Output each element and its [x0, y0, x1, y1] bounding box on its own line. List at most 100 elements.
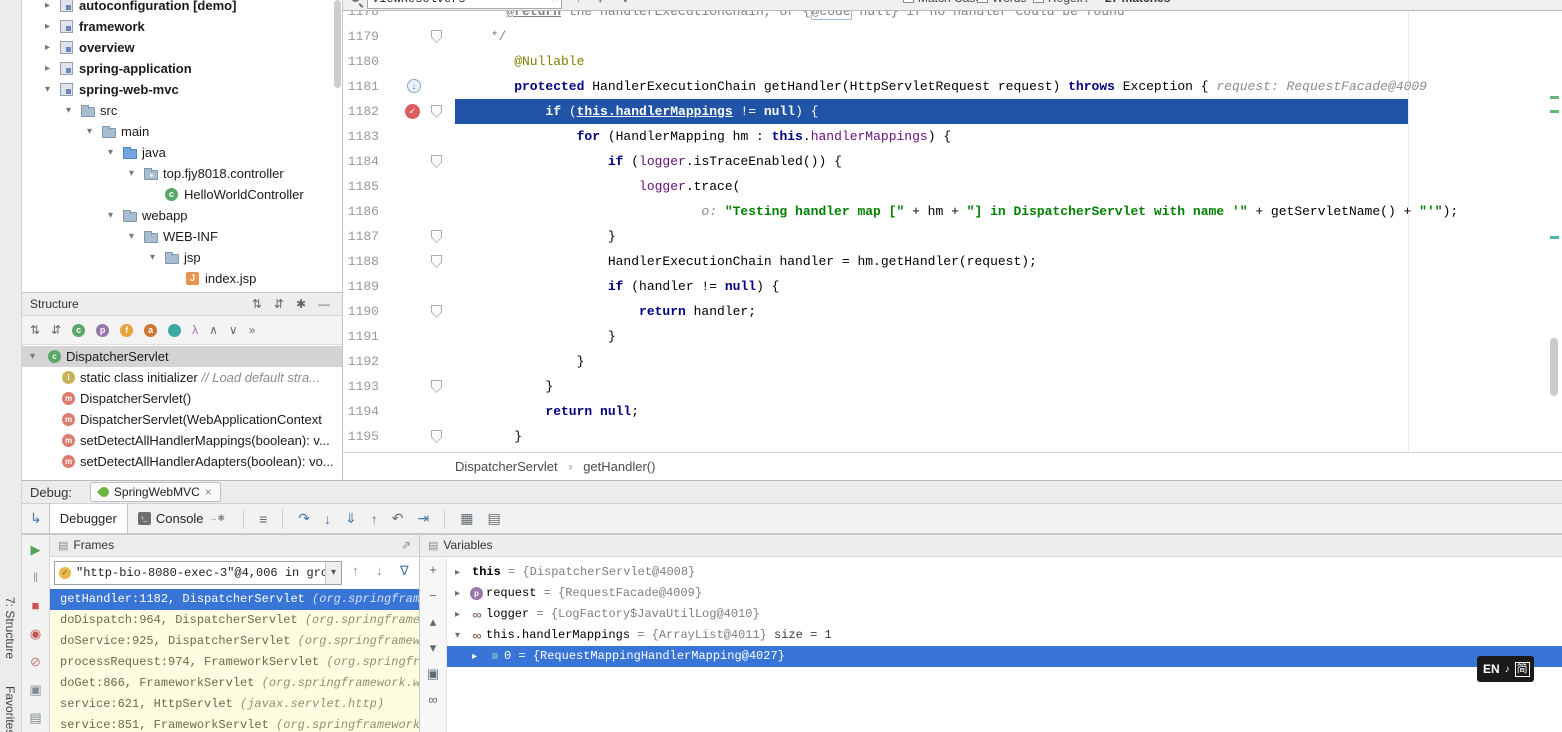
frame-row[interactable]: service:851, FrameworkServlet (org.sprin…: [50, 715, 419, 732]
tree-row[interactable]: ▸spring-application: [22, 58, 342, 79]
tree-row[interactable]: ▸framework: [22, 16, 342, 37]
words-checkbox[interactable]: [977, 0, 988, 3]
code-line[interactable]: 1181↓protected HandlerExecutionChain get…: [343, 74, 1562, 99]
force-step-into-icon[interactable]: ⇓: [345, 510, 357, 527]
chevron-icon[interactable]: ▾: [129, 163, 141, 184]
chevron-icon[interactable]: ▾: [150, 247, 162, 268]
chevron-icon[interactable]: ▾: [30, 346, 42, 367]
hide-frames-filter-icon[interactable]: ∇: [400, 563, 409, 579]
tree-row[interactable]: ▸autoconfiguration [demo]: [22, 0, 342, 16]
code-line[interactable]: 1186o: "Testing handler map [" + hm + "]…: [343, 199, 1562, 224]
screenshot-icon[interactable]: ▤: [22, 705, 49, 731]
scroll-up-icon[interactable]: ∧: [209, 323, 218, 337]
tree-row[interactable]: ▾src: [22, 100, 342, 121]
regex-checkbox[interactable]: [1033, 0, 1044, 3]
code-line[interactable]: 1192}: [343, 349, 1562, 374]
tree-row[interactable]: ▾spring-web-mvc: [22, 79, 342, 100]
close-tab-icon[interactable]: ×: [205, 485, 212, 499]
tree-row[interactable]: ▾main: [22, 121, 342, 142]
variable-row[interactable]: ▸prequest = {RequestFacade@4009}: [447, 583, 1562, 604]
regex-help-link[interactable]: ?: [1083, 0, 1090, 5]
chevron-icon[interactable]: ▾: [455, 625, 467, 646]
show-classes-icon[interactable]: c: [72, 324, 85, 337]
code-line[interactable]: 1184if (logger.isTraceEnabled()) {: [343, 149, 1562, 174]
step-out-icon[interactable]: ↑: [371, 511, 378, 527]
expand-all-icon[interactable]: ⇅: [252, 293, 262, 315]
settings-menu-icon[interactable]: ≡: [259, 511, 267, 527]
tree-row[interactable]: ▾java: [22, 142, 342, 163]
line-number[interactable]: 1186: [343, 199, 379, 224]
line-number[interactable]: 1184: [343, 149, 379, 174]
tree-row[interactable]: ▾jsp: [22, 247, 342, 268]
settings-icon[interactable]: ✱: [296, 293, 306, 315]
breadcrumb-method[interactable]: getHandler(): [583, 459, 655, 474]
scrollbar-thumb[interactable]: [334, 0, 341, 88]
frame-row[interactable]: service:621, HttpServlet (javax.servlet.…: [50, 694, 419, 715]
chevron-icon[interactable]: ▾: [45, 79, 57, 100]
duplicate-watch-icon[interactable]: ▣: [420, 661, 446, 687]
show-annotations-icon[interactable]: a: [144, 324, 157, 337]
code-line[interactable]: 1190return handler;: [343, 299, 1562, 324]
line-number[interactable]: 1179: [343, 24, 379, 49]
code-line[interactable]: 1183for (HandlerMapping hm : this.handle…: [343, 124, 1562, 149]
code-line[interactable]: 1194return null;: [343, 399, 1562, 424]
frame-row[interactable]: doDispatch:964, DispatcherServlet (org.s…: [50, 610, 419, 631]
search-filter-icon[interactable]: ∇: [621, 0, 630, 6]
variable-row[interactable]: ▾∞this.handlerMappings = {ArrayList@4011…: [447, 625, 1562, 646]
hide-icon[interactable]: —: [318, 293, 330, 315]
words-option[interactable]: Words: [977, 0, 1026, 5]
structure-row[interactable]: mDispatcherServlet(WebApplicationContext: [22, 409, 342, 430]
structure-stripe-button[interactable]: 7: Structure: [3, 597, 17, 659]
favorites-stripe-button[interactable]: Favorites: [3, 686, 17, 732]
move-up-icon[interactable]: ▴: [420, 609, 446, 635]
code-line[interactable]: 1182✓if (this.handlerMappings != null) {: [343, 99, 1562, 124]
scrollbar-thumb[interactable]: [1550, 338, 1558, 396]
collapse-all-icon[interactable]: ⇵: [274, 293, 284, 315]
code-line[interactable]: 1188HandlerExecutionChain handler = hm.g…: [343, 249, 1562, 274]
chevron-icon[interactable]: ▸: [455, 604, 467, 625]
match-case-option[interactable]: Match Case: [903, 0, 982, 5]
frame-row[interactable]: doGet:866, FrameworkServlet (org.springf…: [50, 673, 419, 694]
next-frame-icon[interactable]: ↓: [376, 563, 383, 578]
structure-row[interactable]: mDispatcherServlet(): [22, 388, 342, 409]
ime-indicator[interactable]: EN ♪ 简: [1477, 656, 1534, 682]
tree-row[interactable]: ▾WEB-INF: [22, 226, 342, 247]
show-watches-icon[interactable]: ∞: [420, 687, 446, 713]
chevron-icon[interactable]: ▸: [455, 562, 467, 583]
code-line[interactable]: 1187}: [343, 224, 1562, 249]
tree-row[interactable]: cHelloWorldController: [22, 184, 342, 205]
drop-frame-icon[interactable]: ↶: [392, 510, 404, 527]
prev-match-icon[interactable]: ↑: [575, 0, 582, 5]
regex-option[interactable]: Regex: [1033, 0, 1083, 5]
line-number[interactable]: 1191: [343, 324, 379, 349]
code-line[interactable]: 1180@Nullable: [343, 49, 1562, 74]
chevron-icon[interactable]: ▸: [45, 58, 57, 79]
variable-row[interactable]: ▸∞logger = {LogFactory$JavaUtilLog@4010}: [447, 604, 1562, 625]
code-line[interactable]: 1195}: [343, 424, 1562, 449]
line-number[interactable]: 1193: [343, 374, 379, 399]
breadcrumb-class[interactable]: DispatcherServlet: [455, 459, 558, 474]
line-number[interactable]: 1182: [343, 99, 379, 124]
tab-console[interactable]: ›_ Console →✱: [128, 504, 235, 533]
line-number[interactable]: 1180: [343, 49, 379, 74]
code-line[interactable]: 1179*/: [343, 24, 1562, 49]
line-number[interactable]: 1181: [343, 74, 379, 99]
next-match-icon[interactable]: ↓: [597, 0, 604, 5]
code-line[interactable]: 1185logger.trace(: [343, 174, 1562, 199]
match-case-checkbox[interactable]: [903, 0, 914, 3]
line-number[interactable]: 1190: [343, 299, 379, 324]
structure-row[interactable]: msetDetectAllHandlerMappings(boolean): v…: [22, 430, 342, 451]
search-input[interactable]: ViewResolvers×: [367, 0, 562, 9]
chevron-icon[interactable]: ▸: [45, 0, 57, 16]
tree-row[interactable]: Jindex.jsp: [22, 268, 342, 289]
show-execution-point-icon[interactable]: ↳: [30, 510, 42, 527]
scroll-down-icon[interactable]: ∨: [229, 323, 238, 337]
breakpoint-icon[interactable]: ✓: [405, 104, 420, 119]
evaluate-expression-icon[interactable]: ▦: [460, 510, 473, 527]
code-editor[interactable]: 1178* @return the HandlerExecutionChain,…: [343, 0, 1562, 480]
view-breakpoints-icon[interactable]: ◉: [22, 621, 49, 647]
structure-row[interactable]: msetDetectAllHandlerAdapters(boolean): v…: [22, 451, 342, 472]
pause-icon[interactable]: ‖: [22, 565, 49, 591]
chevron-icon[interactable]: ▸: [45, 37, 57, 58]
mute-breakpoints-icon[interactable]: ⊘: [22, 649, 49, 675]
